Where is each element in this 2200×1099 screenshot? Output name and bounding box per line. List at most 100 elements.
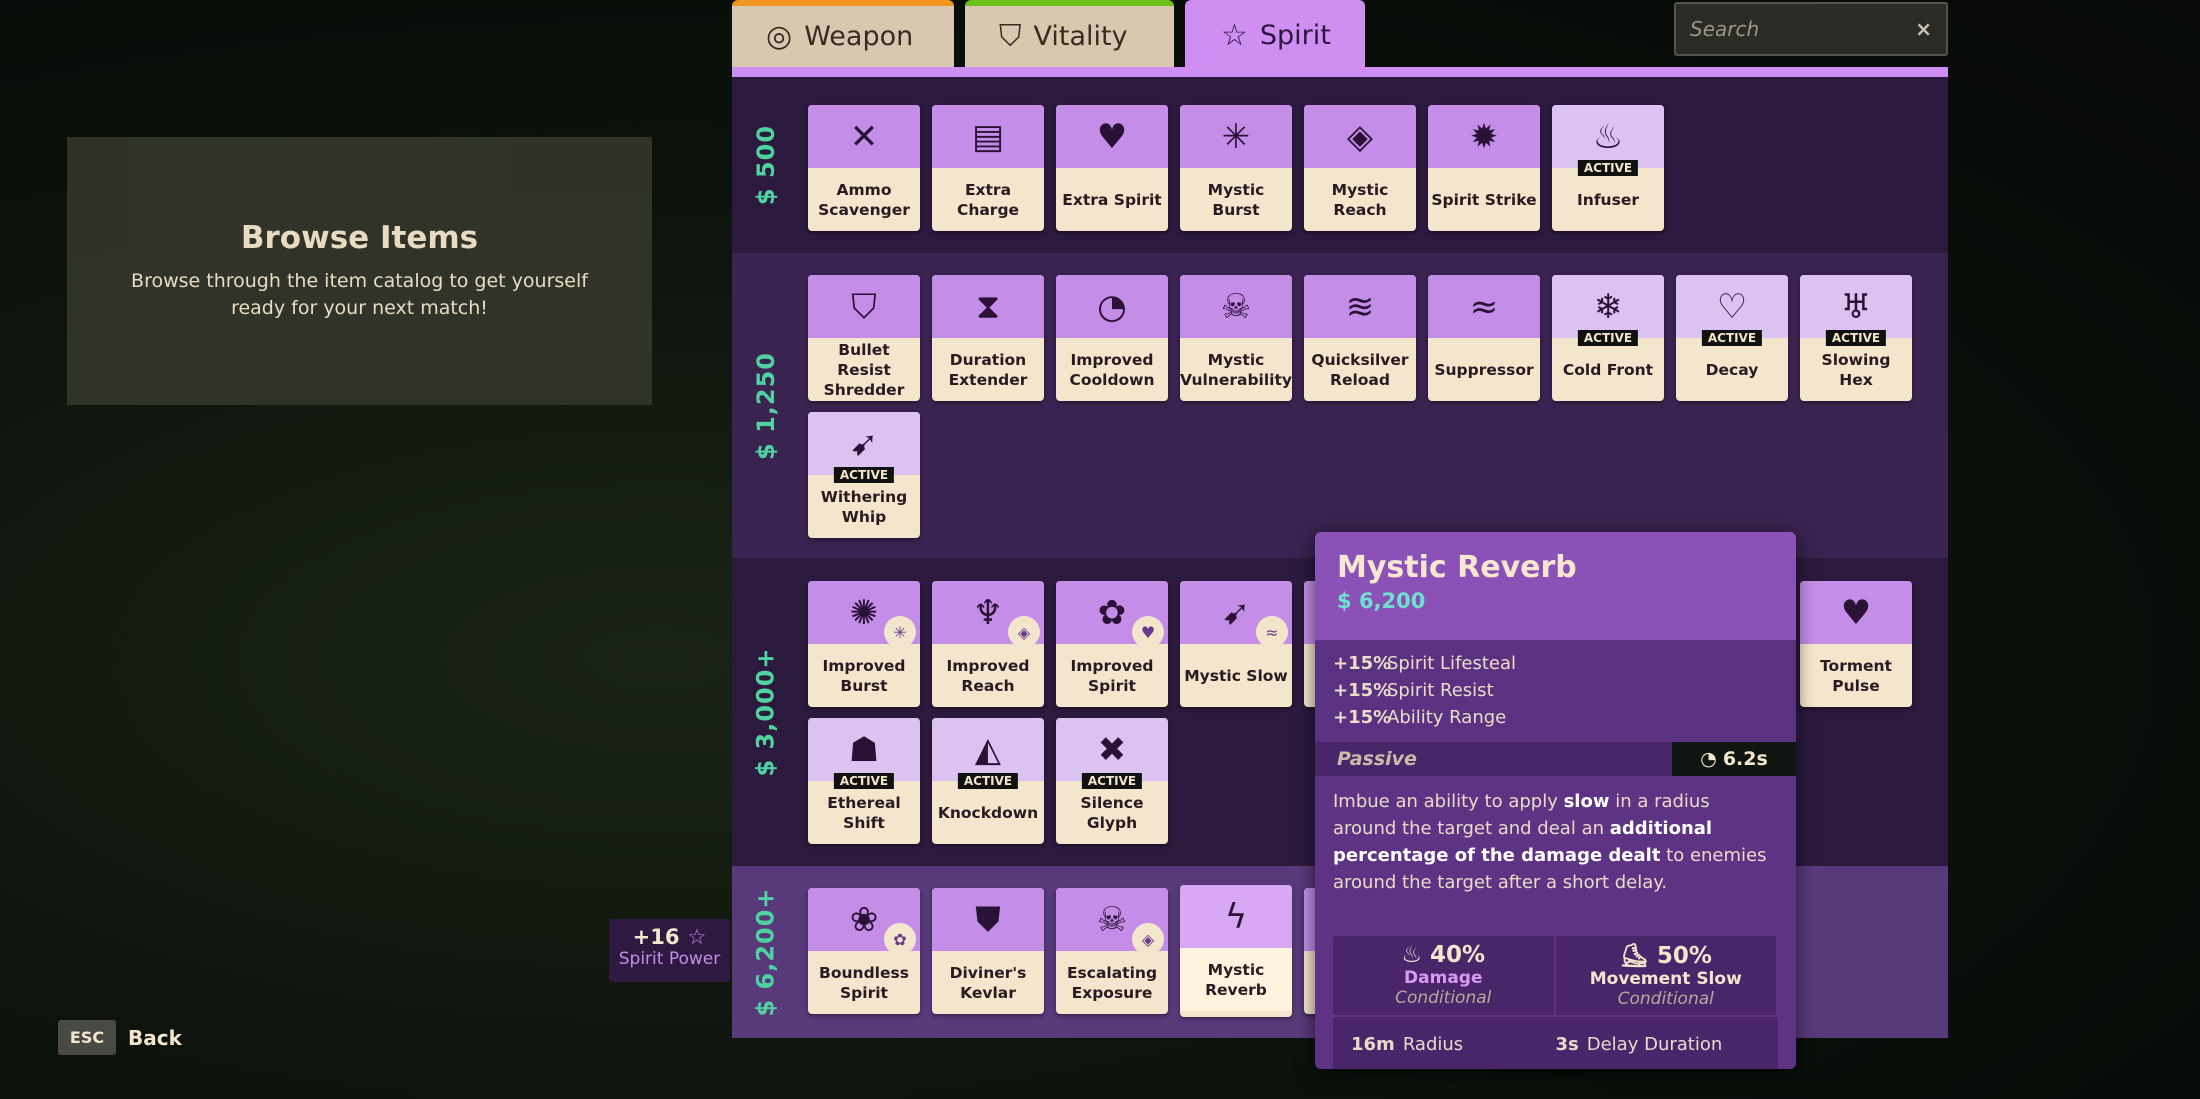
item-card[interactable]: ➹ ≈ Mystic Slow: [1180, 581, 1292, 707]
item-card[interactable]: ➹ ACTIVE Withering Whip: [808, 412, 920, 538]
stat-label: Spirit Resist: [1387, 680, 1494, 701]
item-card[interactable]: ≈ Suppressor: [1428, 275, 1540, 401]
tab-accent-bar: [732, 67, 1948, 77]
item-card[interactable]: ϟ Mystic Reverb: [1180, 885, 1292, 1017]
item-card[interactable]: ◔ Improved Cooldown: [1056, 275, 1168, 401]
price-section: $ 1,250 ⛉ Bullet Resist Shredder ⧗ Duration …: [732, 253, 1948, 558]
flame-icon: ♨: [1401, 942, 1431, 968]
tab-vitality[interactable]: ⛉ Vitality: [965, 0, 1174, 67]
item-card[interactable]: ♡ ACTIVE Decay: [1676, 275, 1788, 401]
extra-property: 16m Radius: [1351, 1034, 1556, 1055]
search-input[interactable]: Search ×: [1674, 2, 1948, 56]
item-card[interactable]: ⛉ Bullet Resist Shredder: [808, 275, 920, 401]
item-name: Silence Glyph: [1080, 793, 1144, 832]
active-badge: ACTIVE: [957, 773, 1019, 789]
item-card[interactable]: ◈ Mystic Reach: [1304, 105, 1416, 231]
property-value: 50%: [1656, 943, 1712, 969]
item-card[interactable]: ✹ Spirit Strike: [1428, 105, 1540, 231]
item-card[interactable]: ☠ ◈ Escalating Exposure: [1056, 888, 1168, 1014]
item-card[interactable]: ⛊ Diviner's Kevlar: [932, 888, 1044, 1014]
price-text: $ 1,250: [752, 351, 780, 460]
price-text: $ 6,200+: [752, 887, 781, 1017]
item-card[interactable]: ❄ ACTIVE Cold Front: [1552, 275, 1664, 401]
item-card[interactable]: ❀ ✿ Boundless Spirit: [808, 888, 920, 1014]
back-button[interactable]: Back: [128, 1026, 182, 1050]
clear-search-button[interactable]: ×: [1915, 17, 1932, 41]
tooltip-title: Mystic Reverb: [1337, 550, 1577, 585]
item-name: Improved Cooldown: [1069, 350, 1155, 389]
item-card[interactable]: ≋ Quicksilver Reload: [1304, 275, 1416, 401]
property-condition: Conditional: [1395, 988, 1492, 1008]
stat-value: +15%: [1333, 707, 1392, 728]
item-card[interactable]: ♆ ◈ Improved Reach: [932, 581, 1044, 707]
item-name: Boundless Spirit: [819, 963, 909, 1002]
item-name: Spirit Strike: [1431, 190, 1537, 209]
item-card[interactable]: ♅ ACTIVE Slowing Hex: [1800, 275, 1912, 401]
active-badge: ACTIVE: [1701, 330, 1763, 346]
browse-items-panel: Browse Items Browse through the item cat…: [67, 137, 652, 405]
component-icon: ◈: [1008, 616, 1040, 648]
item-name: Diviner's Kevlar: [949, 963, 1027, 1002]
item-icon: ✿ ♥: [1056, 581, 1168, 648]
component-icon: ≈: [1256, 616, 1288, 648]
panel-text: Browse through the item catalog to get y…: [131, 270, 588, 319]
tab-spirit[interactable]: ☆ Spirit: [1185, 0, 1365, 70]
item-card[interactable]: ▤ Extra Charge: [932, 105, 1044, 231]
extra-value: 16m: [1351, 1033, 1395, 1055]
price-section: $ 500 ✕ Ammo Scavenger ▤ Extra Charge ♥ Extra …: [732, 77, 1948, 253]
property-value-line: ♨ 40%: [1333, 942, 1554, 968]
component-icon: ✳: [884, 616, 916, 648]
item-card[interactable]: ✕ Ammo Scavenger: [808, 105, 920, 231]
item-card[interactable]: ⧗ Duration Extender: [932, 275, 1044, 401]
item-icon: ◔: [1056, 275, 1168, 338]
item-card[interactable]: ✺ ✳ Improved Burst: [808, 581, 920, 707]
item-card[interactable]: ♥ Torment Pulse: [1800, 581, 1912, 707]
item-icon: ⛊: [932, 888, 1044, 951]
item-name: Slowing Hex: [1821, 350, 1891, 389]
price-text: $ 3,000+: [752, 647, 781, 777]
item-name: Quicksilver Reload: [1311, 350, 1409, 389]
item-name: Bullet Resist Shredder: [823, 340, 905, 399]
vitality-icon: ⛉: [999, 19, 1022, 54]
esc-key[interactable]: ESC: [58, 1020, 116, 1055]
search-placeholder: Search: [1690, 17, 1760, 41]
item-icon: ♥: [1800, 581, 1912, 644]
item-icon: ϟ: [1180, 885, 1292, 948]
property-value: 40%: [1430, 942, 1486, 968]
item-card[interactable]: ✳ Mystic Burst: [1180, 105, 1292, 231]
item-icon: ♅ ACTIVE: [1800, 275, 1912, 346]
active-badge: ACTIVE: [1577, 330, 1639, 346]
property-label: Movement Slow: [1589, 969, 1742, 989]
item-card[interactable]: ♨ ACTIVE Infuser: [1552, 105, 1664, 231]
component-icon: ✿: [884, 923, 916, 955]
item-icon: ☗ ACTIVE: [808, 718, 920, 789]
item-card[interactable]: ♥ Extra Spirit: [1056, 105, 1168, 231]
item-icon: ≈: [1428, 275, 1540, 338]
item-card[interactable]: ✿ ♥ Improved Spirit: [1056, 581, 1168, 707]
item-icon: ✳: [1180, 105, 1292, 168]
item-icon: ✹: [1428, 105, 1540, 168]
property-label: Damage: [1404, 968, 1483, 988]
extra-label: Radius: [1402, 1033, 1464, 1055]
item-icon: ⧗: [932, 275, 1044, 338]
item-card[interactable]: ◭ ACTIVE Knockdown: [932, 718, 1044, 844]
item-icon: ✺ ✳: [808, 581, 920, 648]
property-cell: ⛸ 50% Movement Slow Conditional: [1556, 936, 1778, 1015]
item-card[interactable]: ☗ ACTIVE Ethereal Shift: [808, 718, 920, 844]
tab-weapon[interactable]: ◎ Weapon: [732, 0, 954, 67]
property-cell: ♨ 40% Damage Conditional: [1333, 936, 1556, 1015]
item-icon: ♆ ◈: [932, 581, 1044, 648]
item-card[interactable]: ☠ Mystic Vulnerability: [1180, 275, 1292, 401]
item-icon: ➹ ≈: [1180, 581, 1292, 648]
item-name: Extra Charge: [956, 180, 1020, 219]
item-name: Mystic Vulnerability: [1180, 350, 1292, 389]
item-name: Suppressor: [1434, 360, 1534, 379]
property-condition: Conditional: [1617, 989, 1714, 1009]
item-card[interactable]: ✖ ACTIVE Silence Glyph: [1056, 718, 1168, 844]
item-name: Torment Pulse: [1820, 656, 1892, 695]
desc-segment: slow: [1563, 791, 1610, 812]
active-badge: ACTIVE: [1081, 773, 1143, 789]
active-badge: ACTIVE: [833, 467, 895, 483]
item-name: Escalating Exposure: [1066, 963, 1158, 1002]
extra-label: Delay Duration: [1586, 1033, 1723, 1055]
